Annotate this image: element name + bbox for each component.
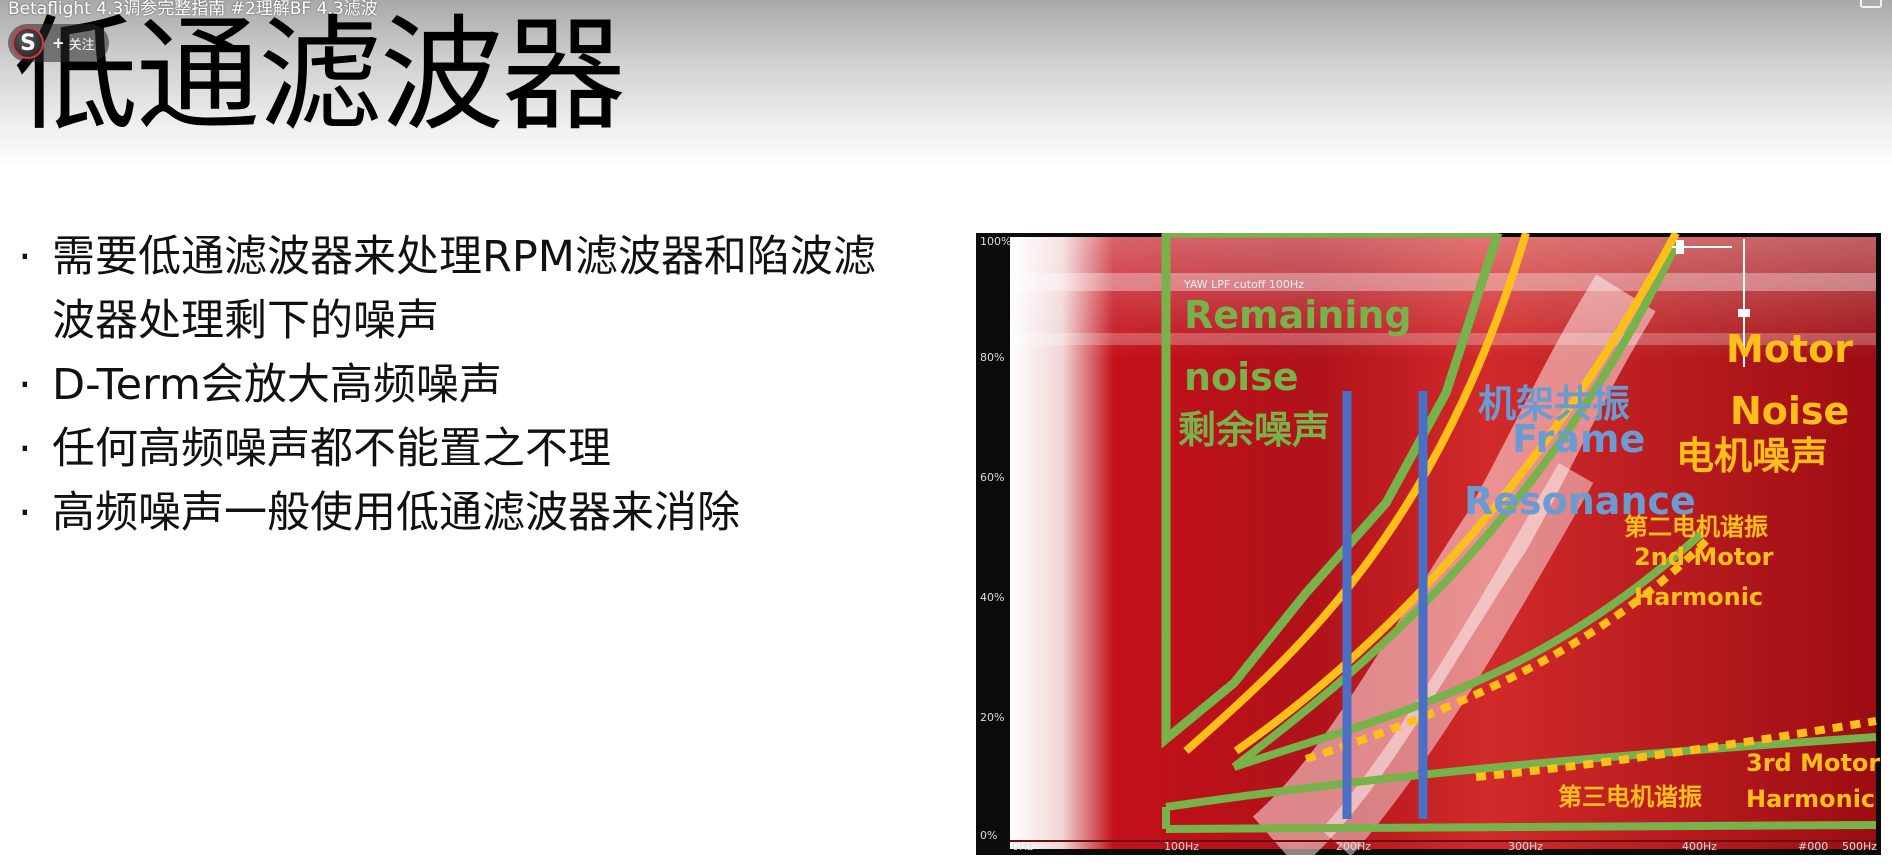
annotation-remaining-en: Remaining xyxy=(1184,293,1412,337)
bullet-list: 需要低通滤波器来处理RPM滤波器和陷波滤波器处理剩下的噪声 D-Term会放大高… xyxy=(18,225,918,545)
slide-title: 低通滤波器 xyxy=(14,4,626,148)
follow-button[interactable]: + 关注 xyxy=(52,34,95,53)
annotation-second-cn: 第二电机谐振 xyxy=(1624,513,1768,541)
spectrogram-image: 100% 80% 60% 40% 20% 0% 0Hz 100Hz 200Hz … xyxy=(976,233,1881,855)
bullet-item: 高频噪声一般使用低通滤波器来消除 xyxy=(18,481,918,545)
x-tick-label: 200Hz xyxy=(1336,840,1372,853)
y-tick-label: 100% xyxy=(980,235,1012,248)
annotation-third-en2: Harmonic xyxy=(1746,785,1876,813)
y-tick-label: 0% xyxy=(980,829,998,842)
x-tick-label: 0Hz xyxy=(1012,840,1034,853)
annotation-motor-cn: 电机噪声 xyxy=(1676,434,1829,478)
bullet-item: 任何高频噪声都不能置之不理 xyxy=(18,417,918,481)
annotation-second-en: 2nd Motor xyxy=(1634,543,1774,571)
y-tick-label: 40% xyxy=(980,591,1005,604)
y-tick-label: 60% xyxy=(980,471,1005,484)
plus-icon: + xyxy=(52,34,65,52)
comment-icon[interactable] xyxy=(1860,0,1882,8)
corner-text: #000 xyxy=(1798,840,1829,853)
follow-label: 关注 xyxy=(68,37,95,53)
x-tick-label: 100Hz xyxy=(1164,840,1200,853)
lpf-cutoff-label: YAW LPF cutoff 100Hz xyxy=(1184,278,1304,291)
x-tick-label: 400Hz xyxy=(1682,840,1718,853)
annotation-remaining-en2: noise xyxy=(1184,355,1299,399)
x-tick-label: 500Hz xyxy=(1842,840,1878,853)
y-tick-label: 20% xyxy=(980,711,1005,724)
y-tick-label: 80% xyxy=(980,351,1005,364)
x-tick-label: 300Hz xyxy=(1508,840,1544,853)
bullet-item: 需要低通滤波器来处理RPM滤波器和陷波滤波器处理剩下的噪声 xyxy=(18,225,898,353)
annotation-frame-en: Frame xyxy=(1512,417,1646,461)
annotation-second-en2: Harmonic xyxy=(1634,583,1764,611)
annotation-third-cn: 第三电机谐振 xyxy=(1558,783,1702,811)
channel-chip[interactable]: S + 关注 xyxy=(8,24,109,62)
annotation-third-en: 3rd Motor xyxy=(1746,749,1881,777)
avatar[interactable]: S xyxy=(12,27,44,59)
bullet-item: D-Term会放大高频噪声 xyxy=(18,353,918,417)
annotation-motor-en: Motor xyxy=(1726,327,1853,371)
annotation-remaining-cn: 剩余噪声 xyxy=(1178,408,1331,452)
